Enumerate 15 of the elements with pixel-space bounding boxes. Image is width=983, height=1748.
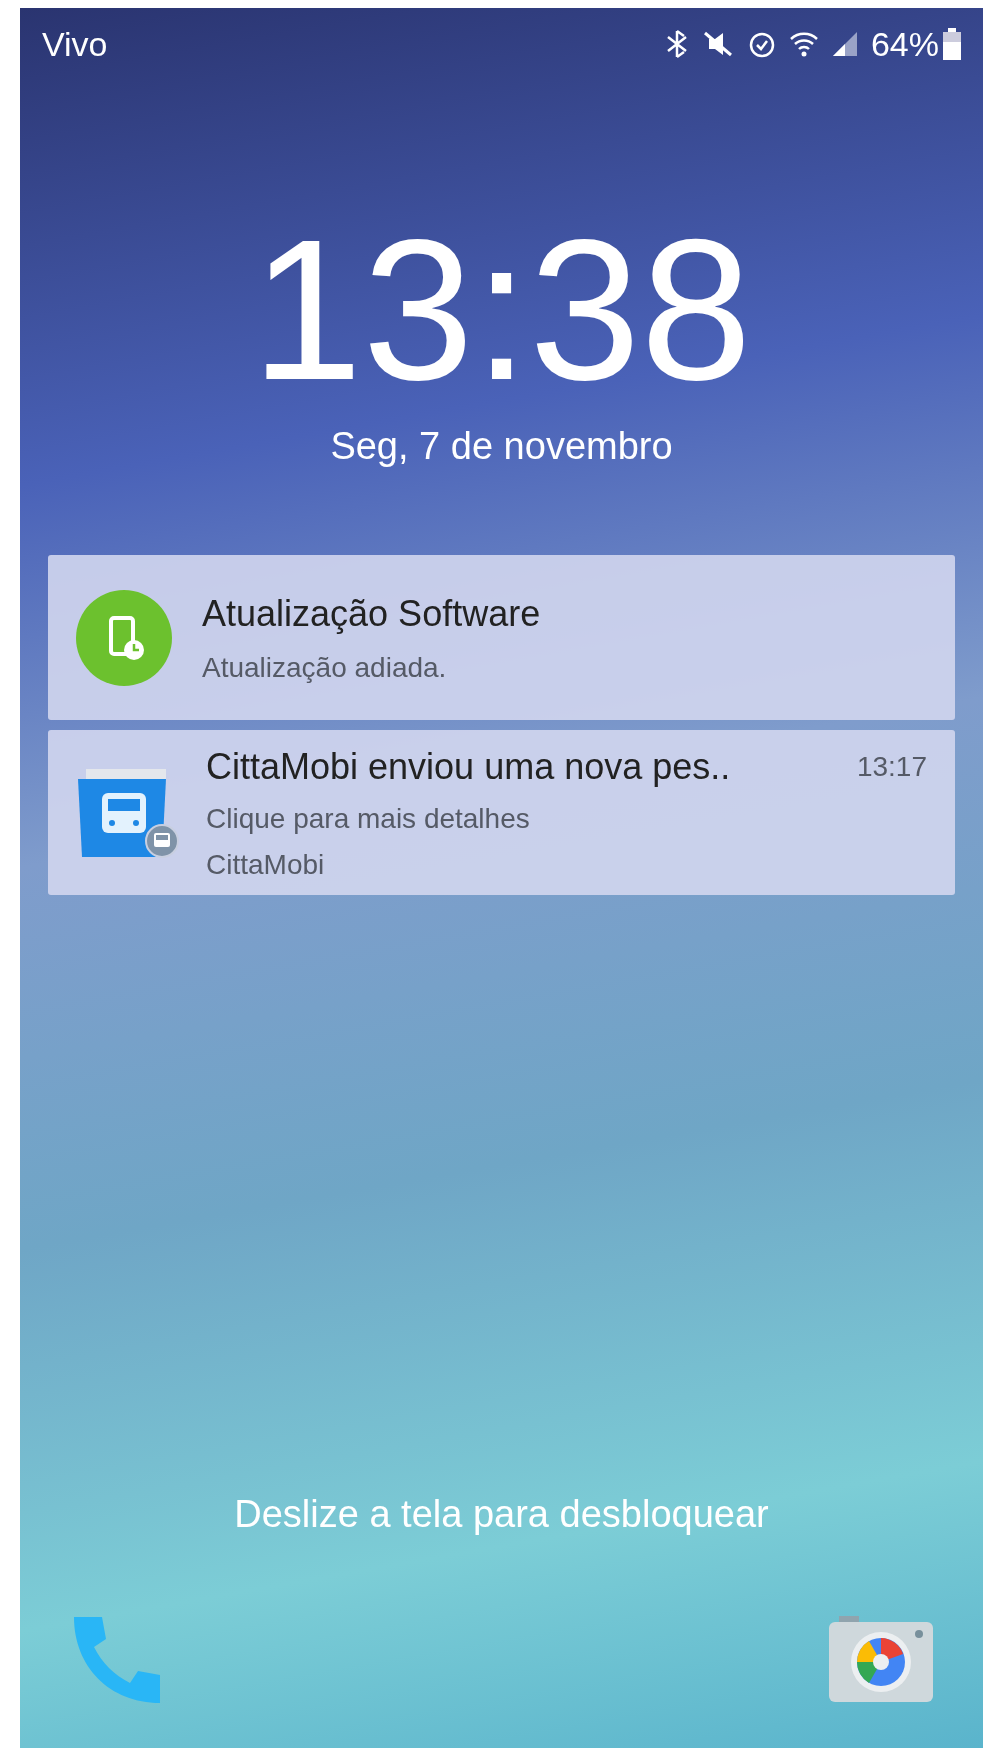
notification-time: 13:17 <box>856 749 927 784</box>
unlock-hint: Deslize a tela para desbloquear <box>234 1492 769 1537</box>
battery-percentage: 64% <box>870 23 939 65</box>
notification-text: Clique para mais detalhes <box>206 801 531 836</box>
notification-text: Atualização adiada. <box>202 650 448 685</box>
notification-title: CittaMobi enviou uma nova pes.. <box>206 744 731 789</box>
carrier-name: Vivo <box>42 23 108 65</box>
battery-icon <box>943 28 961 60</box>
notification-app-name: CittaMobi <box>206 847 326 882</box>
notification-card[interactable]: CittaMobi enviou uma nova pes.. 13:17 Clique para mais detalhes CittaMobi <box>48 730 955 895</box>
notification-card[interactable]: Atualização Software Atualização adiada. <box>48 555 955 720</box>
clock-time: 13:38 <box>251 210 752 410</box>
notification-title: Atualização Software <box>202 591 541 636</box>
clock-date: Seg, 7 de novembro <box>330 424 673 469</box>
tablet-clock-icon <box>76 589 172 686</box>
